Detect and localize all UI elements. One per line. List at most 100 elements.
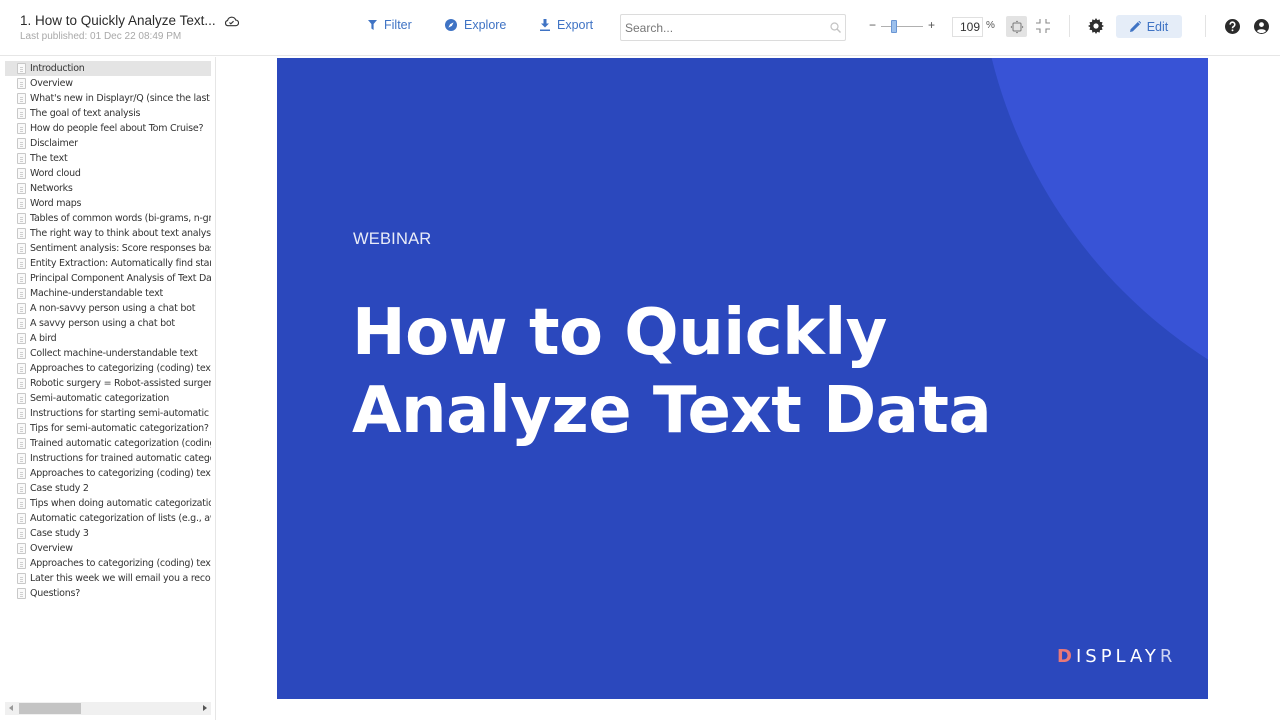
page-label: What's new in Displayr/Q (since the last… <box>30 93 211 104</box>
page-document-icon <box>17 468 26 479</box>
page-label: Entity Extraction: Automatically find st… <box>30 258 211 269</box>
page-list-item[interactable]: Instructions for starting semi-automatic… <box>5 406 211 421</box>
page-document-icon <box>17 513 26 524</box>
page-label: Word maps <box>30 198 82 209</box>
page-list-item[interactable]: Overview <box>5 76 211 91</box>
zoom-level-input[interactable]: 109 <box>952 17 983 37</box>
page-list-item[interactable]: Machine-understandable text <box>5 286 211 301</box>
page-list-item[interactable]: A savvy person using a chat bot <box>5 316 211 331</box>
scroll-right-arrow-icon[interactable] <box>203 705 207 711</box>
page-list-item[interactable]: How do people feel about Tom Cruise? <box>5 121 211 136</box>
page-list-item[interactable]: Questions? <box>5 586 211 601</box>
page-document-icon <box>17 228 26 239</box>
edit-button[interactable]: Edit <box>1116 15 1182 38</box>
scrollbar-thumb[interactable] <box>19 703 81 714</box>
fullscreen-button[interactable] <box>1034 17 1052 35</box>
page-list-item[interactable]: Tips for semi-automatic categorization? <box>5 421 211 436</box>
page-list-item[interactable]: A bird <box>5 331 211 346</box>
page-label: Networks <box>30 183 73 194</box>
page-list-item[interactable]: Robotic surgery = Robot-assisted surgery <box>5 376 211 391</box>
page-list-item[interactable]: Automatic categorization of lists (e.g.,… <box>5 511 211 526</box>
page-list-item[interactable]: Tables of common words (bi-grams, n-grar <box>5 211 211 226</box>
horizontal-scrollbar[interactable] <box>5 702 211 715</box>
page-list-item[interactable]: Instructions for trained automatic categ… <box>5 451 211 466</box>
slide-kicker-text: WEBINAR <box>353 230 432 248</box>
page-document-icon <box>17 543 26 554</box>
page-label: A savvy person using a chat bot <box>30 318 175 329</box>
page-document-icon <box>17 528 26 539</box>
cloud-check-icon <box>224 16 239 26</box>
fit-to-screen-button[interactable] <box>1006 16 1027 37</box>
explore-label: Explore <box>464 18 507 32</box>
page-label: Later this week we will email you a reco… <box>30 573 211 584</box>
page-list-item[interactable]: Semi-automatic categorization <box>5 391 211 406</box>
help-icon[interactable] <box>1225 19 1240 34</box>
fit-screen-icon <box>1010 20 1023 33</box>
document-title[interactable]: 1. How to Quickly Analyze Text... <box>20 13 216 28</box>
page-list-item[interactable]: Principal Component Analysis of Text Dat… <box>5 271 211 286</box>
page-list-item[interactable]: Later this week we will email you a reco… <box>5 571 211 586</box>
search-input[interactable] <box>621 15 821 40</box>
page-document-icon <box>17 138 26 149</box>
page-label: Sentiment analysis: Score responses base… <box>30 243 211 254</box>
page-list-item[interactable]: What's new in Displayr/Q (since the last… <box>5 91 211 106</box>
page-list-item[interactable]: Entity Extraction: Automatically find st… <box>5 256 211 271</box>
search-box <box>620 14 846 41</box>
page-document-icon <box>17 363 26 374</box>
zoom-in-button[interactable]: + <box>928 18 935 32</box>
page-label: Semi-automatic categorization <box>30 393 170 404</box>
user-account-icon[interactable] <box>1254 19 1269 34</box>
page-label: Disclaimer <box>30 138 78 149</box>
zoom-out-button[interactable]: − <box>869 18 876 32</box>
explore-button[interactable]: Explore <box>445 18 506 32</box>
page-document-icon <box>17 438 26 449</box>
page-list-item[interactable]: Approaches to categorizing (coding) text… <box>5 556 211 571</box>
export-button[interactable]: Export <box>540 18 593 32</box>
fullscreen-exit-icon <box>1036 19 1050 33</box>
search-icon[interactable] <box>830 22 841 33</box>
page-document-icon <box>17 393 26 404</box>
page-list-item[interactable]: Disclaimer <box>5 136 211 151</box>
page-label: Machine-understandable text <box>30 288 163 299</box>
page-list-item[interactable]: Networks <box>5 181 211 196</box>
page-list-item[interactable]: Tips when doing automatic categorization <box>5 496 211 511</box>
page-list-item[interactable]: Introduction <box>5 61 211 76</box>
filter-button[interactable]: Filter <box>368 18 412 32</box>
page-list-item[interactable]: The text <box>5 151 211 166</box>
page-document-icon <box>17 93 26 104</box>
page-list-item[interactable]: Trained automatic categorization (coding… <box>5 436 211 451</box>
slide[interactable]: WEBINAR How to Quickly Analyze Text Data… <box>277 58 1208 699</box>
page-list-item[interactable]: Case study 3 <box>5 526 211 541</box>
page-list-item[interactable]: Approaches to categorizing (coding) text… <box>5 466 211 481</box>
page-label: Tips for semi-automatic categorization? <box>30 423 209 434</box>
page-list-item[interactable]: Word maps <box>5 196 211 211</box>
page-label: The text <box>30 153 68 164</box>
settings-gear-icon[interactable] <box>1088 18 1104 34</box>
page-list-item[interactable]: Collect machine-understandable text <box>5 346 211 361</box>
page-label: Principal Component Analysis of Text Dat… <box>30 273 211 284</box>
page-list-item[interactable]: Case study 2 <box>5 481 211 496</box>
page-label: Overview <box>30 543 73 554</box>
page-label: Instructions for trained automatic categ… <box>30 453 211 464</box>
page-document-icon <box>17 423 26 434</box>
page-label: Approaches to categorizing (coding) text… <box>30 558 211 569</box>
page-list-item[interactable]: The right way to think about text analys… <box>5 226 211 241</box>
page-list-item[interactable]: The goal of text analysis <box>5 106 211 121</box>
page-list-item[interactable]: Approaches to categorizing (coding) text… <box>5 361 211 376</box>
toolbar-divider <box>1205 15 1206 37</box>
page-list-item[interactable]: A non-savvy person using a chat bot <box>5 301 211 316</box>
scroll-left-arrow-icon[interactable] <box>9 705 13 711</box>
download-icon <box>540 19 550 31</box>
page-document-icon <box>17 558 26 569</box>
zoom-slider-thumb[interactable] <box>891 20 897 33</box>
zoom-slider-track[interactable] <box>881 26 923 27</box>
page-label: Approaches to categorizing (coding) text… <box>30 363 211 374</box>
page-list-item[interactable]: Word cloud <box>5 166 211 181</box>
page-label: A bird <box>30 333 57 344</box>
toolbar-divider <box>1069 15 1070 37</box>
page-list-item[interactable]: Overview <box>5 541 211 556</box>
page-label: Case study 3 <box>30 528 89 539</box>
page-document-icon <box>17 273 26 284</box>
logo-d: D <box>1057 646 1076 667</box>
page-list-item[interactable]: Sentiment analysis: Score responses base… <box>5 241 211 256</box>
